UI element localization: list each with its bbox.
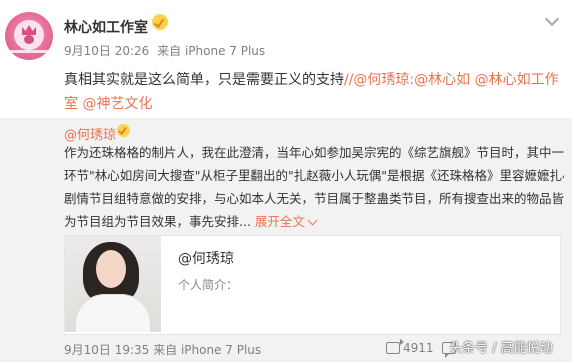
post-time[interactable]: 9月10日 20:26	[64, 44, 149, 58]
quoted-line: 为节目组为节目效果，事先安排... 展开全文	[64, 210, 564, 233]
post-meta: 9月10日 20:26 来自 iPhone 7 Plus	[64, 42, 269, 59]
profile-card-name[interactable]: @何琇琼	[178, 248, 234, 268]
mention-link[interactable]: //@何琇琼:@林心如	[344, 72, 475, 88]
repost-count[interactable]: 4911	[403, 341, 434, 355]
expand-full-text-link[interactable]: 展开全文	[255, 214, 316, 229]
verified-badge-icon	[152, 14, 168, 30]
post-content: 真相其实就是这么简单，只是需要正义的支持//@何琇琼:@林心如 @林心如工作室 …	[64, 68, 564, 116]
quoted-source: 来自 iPhone 7 Plus	[153, 343, 262, 357]
chevron-down-icon[interactable]	[544, 11, 560, 27]
author-avatar[interactable]	[5, 12, 53, 60]
quoted-meta: 9月10日 19:35 来自 iPhone 7 Plus	[64, 341, 261, 358]
quoted-time[interactable]: 9月10日 19:35	[64, 343, 149, 357]
quoted-line: 剧情节目组特意做的安排，与心如本人无关，节目属于整蛊类节目，所有搜查出来的物品皆	[64, 191, 564, 206]
author-name[interactable]: 林心如工作室	[64, 17, 148, 37]
quoted-line: 环节"林心如房间大搜查"从柜子里翻出的"扎赵薇小人玩偶"是根据《还珠格格》里容嬷…	[64, 168, 564, 183]
profile-photo[interactable]	[65, 236, 161, 332]
profile-card-bio: 个人简介：	[178, 278, 239, 292]
quoted-text: 作为还珠格格的制片人，我在此澄清，当年心如参加吴宗宪的《综艺旗舰》节目时，其中一…	[64, 141, 564, 233]
watermark: 头条号 / 高能悦动	[449, 341, 553, 356]
verified-badge-icon	[117, 124, 130, 137]
quoted-line: 作为还珠格格的制片人，我在此澄清，当年心如参加吴宗宪的《综艺旗舰》节目时，其中一…	[64, 145, 564, 160]
post-text: 真相其实就是这么简单，只是需要正义的支持	[64, 72, 344, 88]
mention-link[interactable]: @神艺文化	[82, 96, 152, 112]
post-source: 来自 iPhone 7 Plus	[157, 44, 266, 58]
repost-icon[interactable]	[386, 339, 404, 354]
